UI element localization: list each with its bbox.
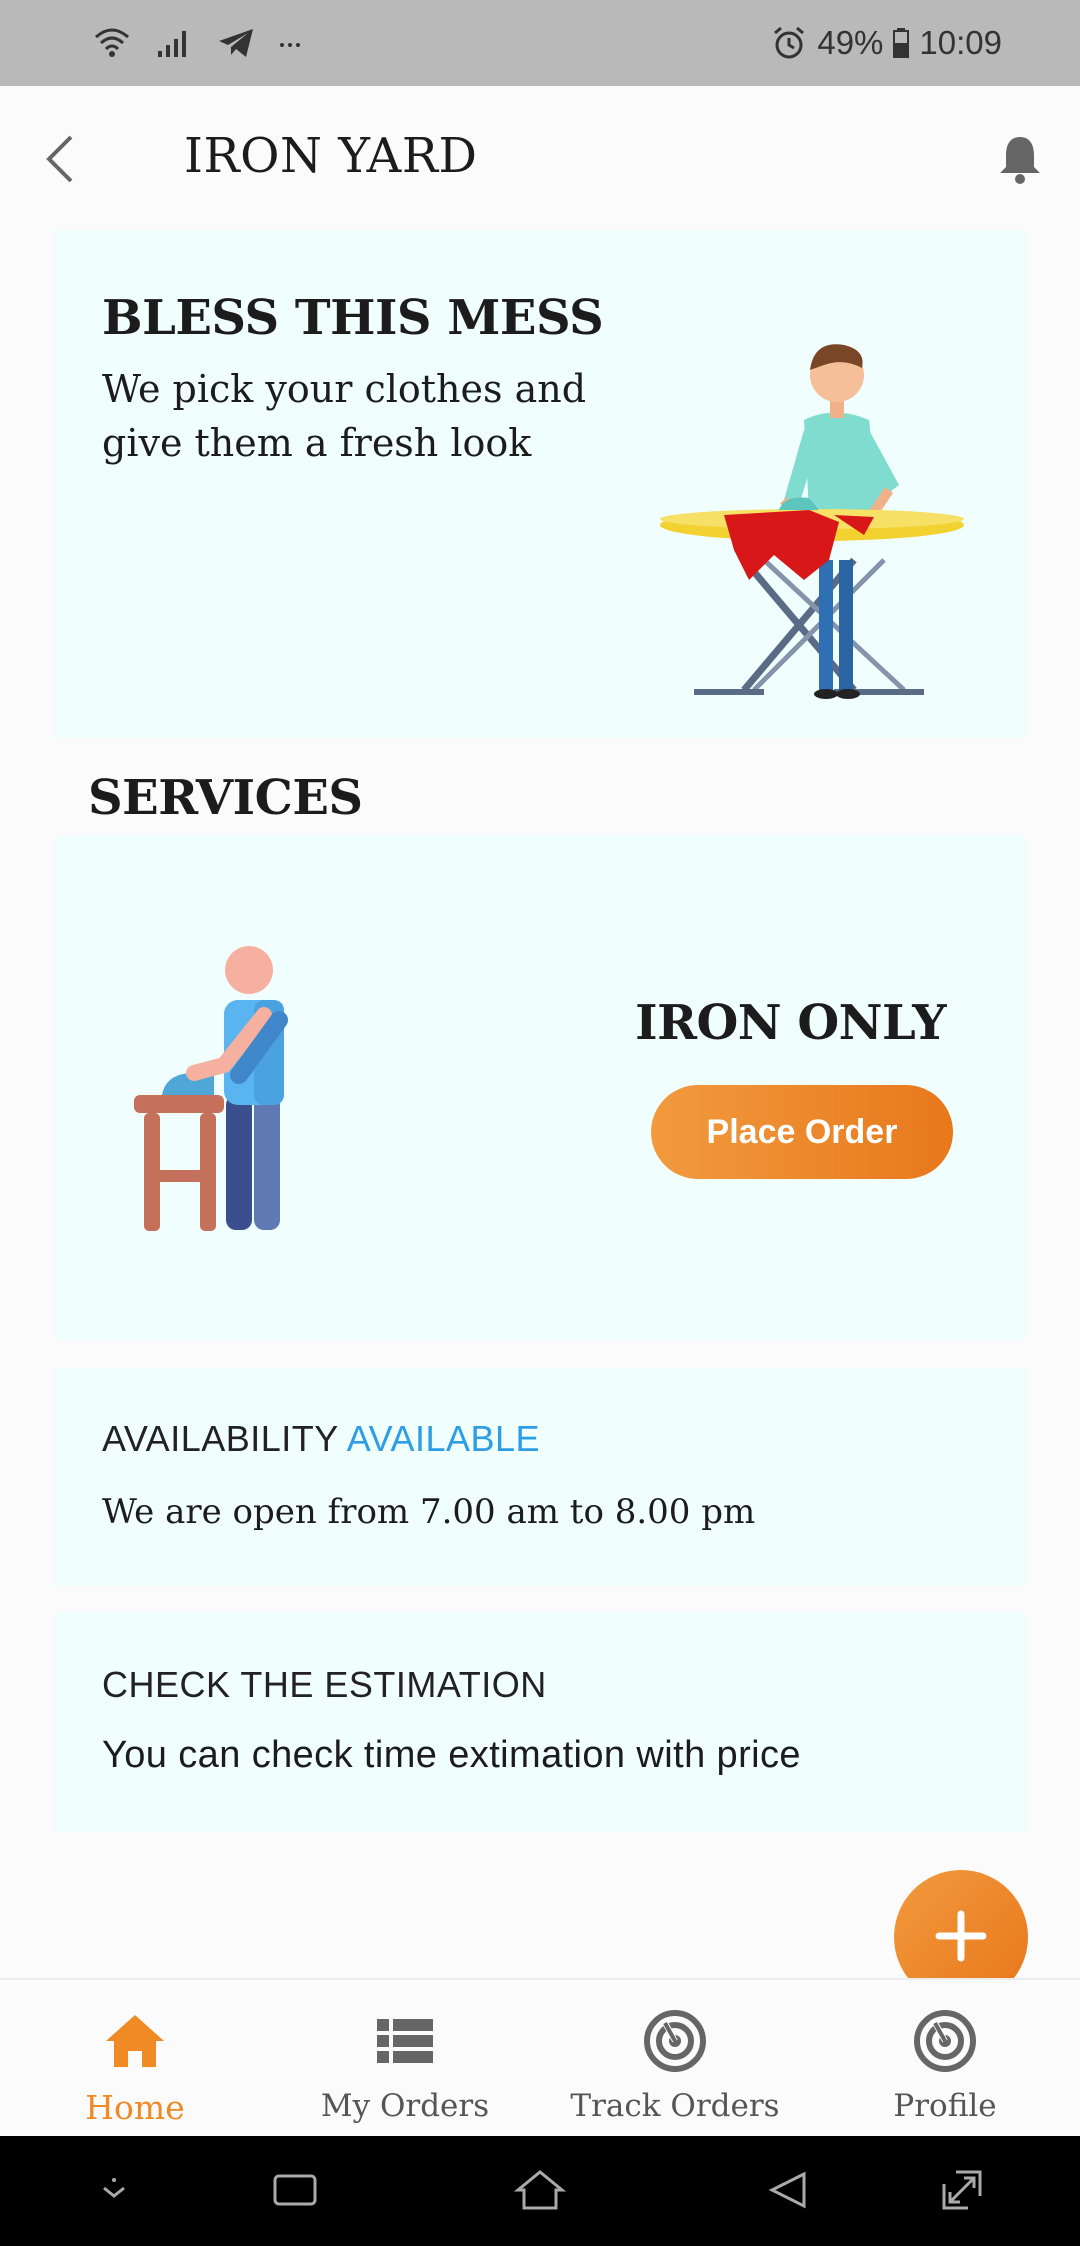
list-icon (370, 2006, 440, 2076)
availability-hours: We are open from 7.00 am to 8.00 pm (102, 1492, 756, 1532)
status-bar: 49% 10:09 (0, 0, 1080, 86)
hide-keyboard-button[interactable] (86, 2164, 142, 2220)
alarm-icon (771, 25, 807, 61)
nav-item-home[interactable]: Home (0, 1980, 270, 2136)
radar-icon (640, 2006, 710, 2076)
home-system-button[interactable] (512, 2164, 568, 2220)
nav-label-my-orders: My Orders (320, 2088, 490, 2124)
notifications-button[interactable] (990, 128, 1050, 194)
telegram-icon (216, 23, 256, 63)
plus-icon (933, 1908, 989, 1967)
estimation-text: You can check time extimation with price (102, 1734, 801, 1776)
back-triangle-icon (764, 2168, 812, 2217)
man-ironing-illustration (634, 310, 994, 710)
nav-item-profile[interactable]: Profile (810, 1980, 1080, 2136)
nav-item-track-orders[interactable]: Track Orders (540, 1980, 810, 2136)
recent-apps-button[interactable] (267, 2164, 323, 2220)
battery-icon (893, 28, 910, 58)
page-title: IRON YARD (184, 128, 478, 184)
services-heading: SERVICES (88, 770, 363, 826)
radar-icon (910, 2006, 980, 2076)
bell-icon (998, 133, 1042, 190)
availability-card: AVAILABILITY AVAILABLE We are open from 7… (54, 1368, 1026, 1586)
nav-label-track-orders: Track Orders (570, 2088, 780, 2124)
system-navigation-bar (0, 2136, 1080, 2246)
status-left-icons (92, 18, 302, 68)
status-right: 49% 10:09 (771, 18, 1002, 68)
service-card-iron-only: IRON ONLY Place Order (54, 835, 1026, 1340)
back-system-button[interactable] (760, 2164, 816, 2220)
hero-text: We pick your clothes and give them a fre… (102, 367, 587, 465)
estimation-heading: CHECK THE ESTIMATION (102, 1664, 547, 1705)
person-ironing-illustration (114, 945, 334, 1235)
estimation-card[interactable]: CHECK THE ESTIMATION You can check time … (54, 1612, 1026, 1832)
chevron-left-icon (43, 133, 77, 190)
home-icon (100, 2006, 170, 2076)
bottom-navigation: Home My Orders Track Orders Profile (0, 1978, 1080, 2136)
back-button[interactable] (30, 126, 90, 196)
availability-heading: AVAILABILITY AVAILABLE (102, 1418, 540, 1460)
expand-icon (938, 2166, 986, 2219)
hero-banner: BLESS THIS MESS We pick your clothes and… (54, 230, 1026, 738)
nav-label-home: Home (85, 2088, 185, 2127)
place-order-button[interactable]: Place Order (651, 1085, 953, 1179)
signal-icon (154, 23, 194, 63)
availability-status: AVAILABLE (346, 1418, 541, 1459)
service-name: IRON ONLY (635, 995, 946, 1051)
expand-button[interactable] (934, 2164, 990, 2220)
nav-item-my-orders[interactable]: My Orders (270, 1980, 540, 2136)
wifi-icon (92, 23, 132, 63)
more-icon (278, 33, 302, 53)
app-bar: IRON YARD (0, 86, 1080, 232)
home-outline-icon (513, 2168, 567, 2217)
status-time: 10:09 (919, 24, 1002, 61)
hero-title: BLESS THIS MESS (102, 290, 604, 346)
chevron-down-icon (94, 2170, 134, 2215)
nav-label-profile: Profile (893, 2088, 997, 2124)
recents-icon (271, 2170, 319, 2215)
battery-percent: 49% (817, 24, 884, 61)
availability-label: AVAILABILITY (102, 1418, 339, 1459)
